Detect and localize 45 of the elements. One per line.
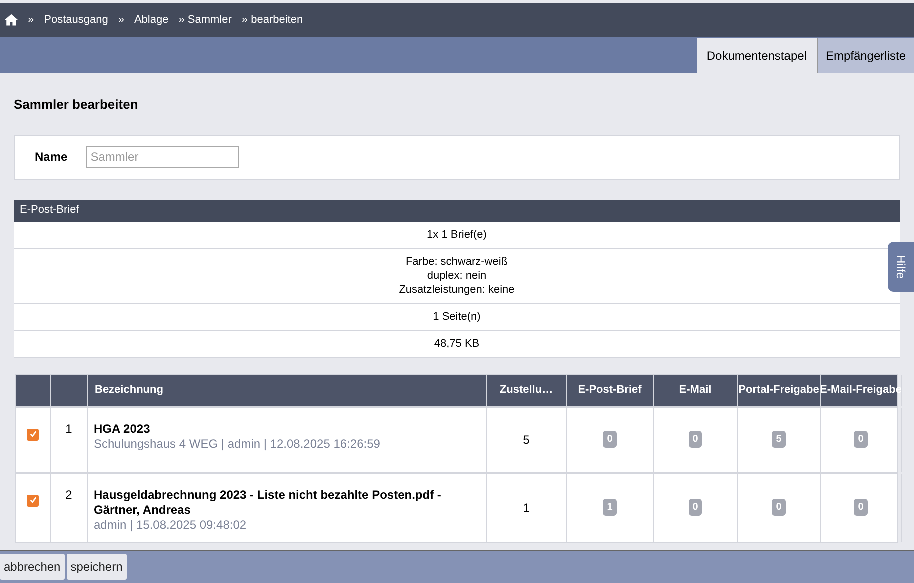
section-header: E-Post-Brief — [14, 200, 900, 222]
breadcrumb-separator: » — [118, 12, 124, 28]
summary-text: Zusatzleistungen: keine — [398, 282, 516, 296]
name-field[interactable]: Sammler — [86, 146, 239, 168]
count-badge: 0 — [688, 499, 702, 516]
document-title: HGA 2023 — [94, 422, 152, 436]
checkbox[interactable] — [27, 494, 39, 506]
count-badge: 0 — [688, 431, 702, 448]
checkbox[interactable] — [27, 428, 39, 440]
breadcrumb-link[interactable]: » bearbeiten — [242, 12, 304, 28]
document-meta: admin | 15.08.2025 09:48:02 — [94, 518, 248, 532]
breadcrumb-separator: » — [28, 12, 34, 28]
tab[interactable]: Empfängerliste — [818, 38, 914, 73]
summary-text: 48,75 KB — [433, 336, 481, 350]
column-header: E-Mail — [654, 374, 738, 406]
count-badge: 0 — [772, 499, 786, 516]
count-badge: 0 — [854, 431, 868, 448]
action-button[interactable]: abbrechen — [0, 554, 65, 580]
column-header: Bezeichnung — [88, 374, 487, 406]
document-meta: Schulungshaus 4 WEG | admin | 12.08.2025 16:26:59 — [94, 436, 382, 452]
summary-text: Farbe: schwarz-weiß — [404, 254, 510, 268]
summary-text: 1 Seite(n) — [432, 310, 482, 324]
row-number: 2 — [51, 474, 88, 542]
name-label: Name — [35, 149, 68, 166]
column-header: Zustellu… — [487, 374, 567, 406]
column-header: E-Post-Brief — [567, 374, 654, 406]
help-tab[interactable]: Hilfe — [888, 242, 914, 292]
column-header: Portal-Freigabe — [738, 374, 821, 406]
count-badge: 5 — [772, 431, 786, 448]
breadcrumb-link[interactable]: Postausgang — [44, 12, 108, 28]
tab[interactable]: Dokumentenstapel — [696, 38, 818, 73]
count-badge: 0 — [603, 431, 617, 448]
home-icon[interactable] — [5, 14, 18, 26]
breadcrumb-link[interactable]: Ablage — [134, 12, 169, 28]
table-cell: 1 — [487, 474, 567, 542]
breadcrumb-link[interactable]: » Sammler — [178, 12, 232, 28]
count-badge: 0 — [854, 499, 868, 516]
page-title: Sammler bearbeiten — [14, 96, 140, 114]
action-button[interactable]: speichern — [66, 554, 127, 580]
table-cell: 5 — [487, 408, 567, 472]
row-number: 1 — [51, 408, 88, 472]
summary-text: 1x 1 Brief(e) — [426, 228, 488, 242]
count-badge: 1 — [603, 499, 617, 516]
document-title: Hausgeldabrechnung 2023 - Liste nicht bezahlte Posten.pdf - Gärtner, Andreas — [94, 488, 442, 518]
summary-text: duplex: nein — [426, 268, 488, 282]
